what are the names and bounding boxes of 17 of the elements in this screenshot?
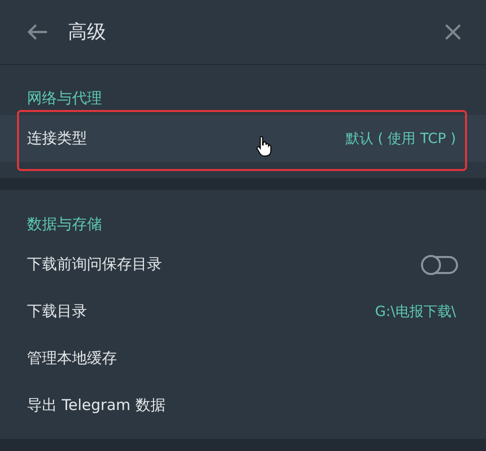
setting-label: 管理本地缓存 [27, 349, 117, 368]
section-title: 网络与代理 [26, 88, 103, 109]
setting-value: 默认 ( 使用 TCP ) [345, 130, 456, 148]
settings-row[interactable]: 导出 Telegram 数据 [0, 382, 486, 429]
setting-label: 连接类型 [27, 129, 87, 148]
toggle-switch[interactable] [422, 256, 458, 274]
setting-label: 下载前询问保存目录 [27, 255, 162, 274]
hand-cursor-icon [256, 135, 272, 157]
setting-label: 导出 Telegram 数据 [27, 396, 166, 415]
settings-row[interactable]: 连接类型 默认 ( 使用 TCP ) [0, 115, 486, 162]
settings-row[interactable]: 下载目录 G:\电报下载\ [0, 288, 486, 335]
section-title: 数据与存储 [26, 214, 103, 235]
setting-label: 下载目录 [27, 302, 87, 321]
settings-row[interactable]: 下载前询问保存目录 [0, 241, 486, 288]
window-title: 高级 [68, 20, 107, 45]
settings-row[interactable]: 管理本地缓存 [0, 335, 486, 382]
setting-value: G:\电报下载\ [375, 302, 456, 320]
